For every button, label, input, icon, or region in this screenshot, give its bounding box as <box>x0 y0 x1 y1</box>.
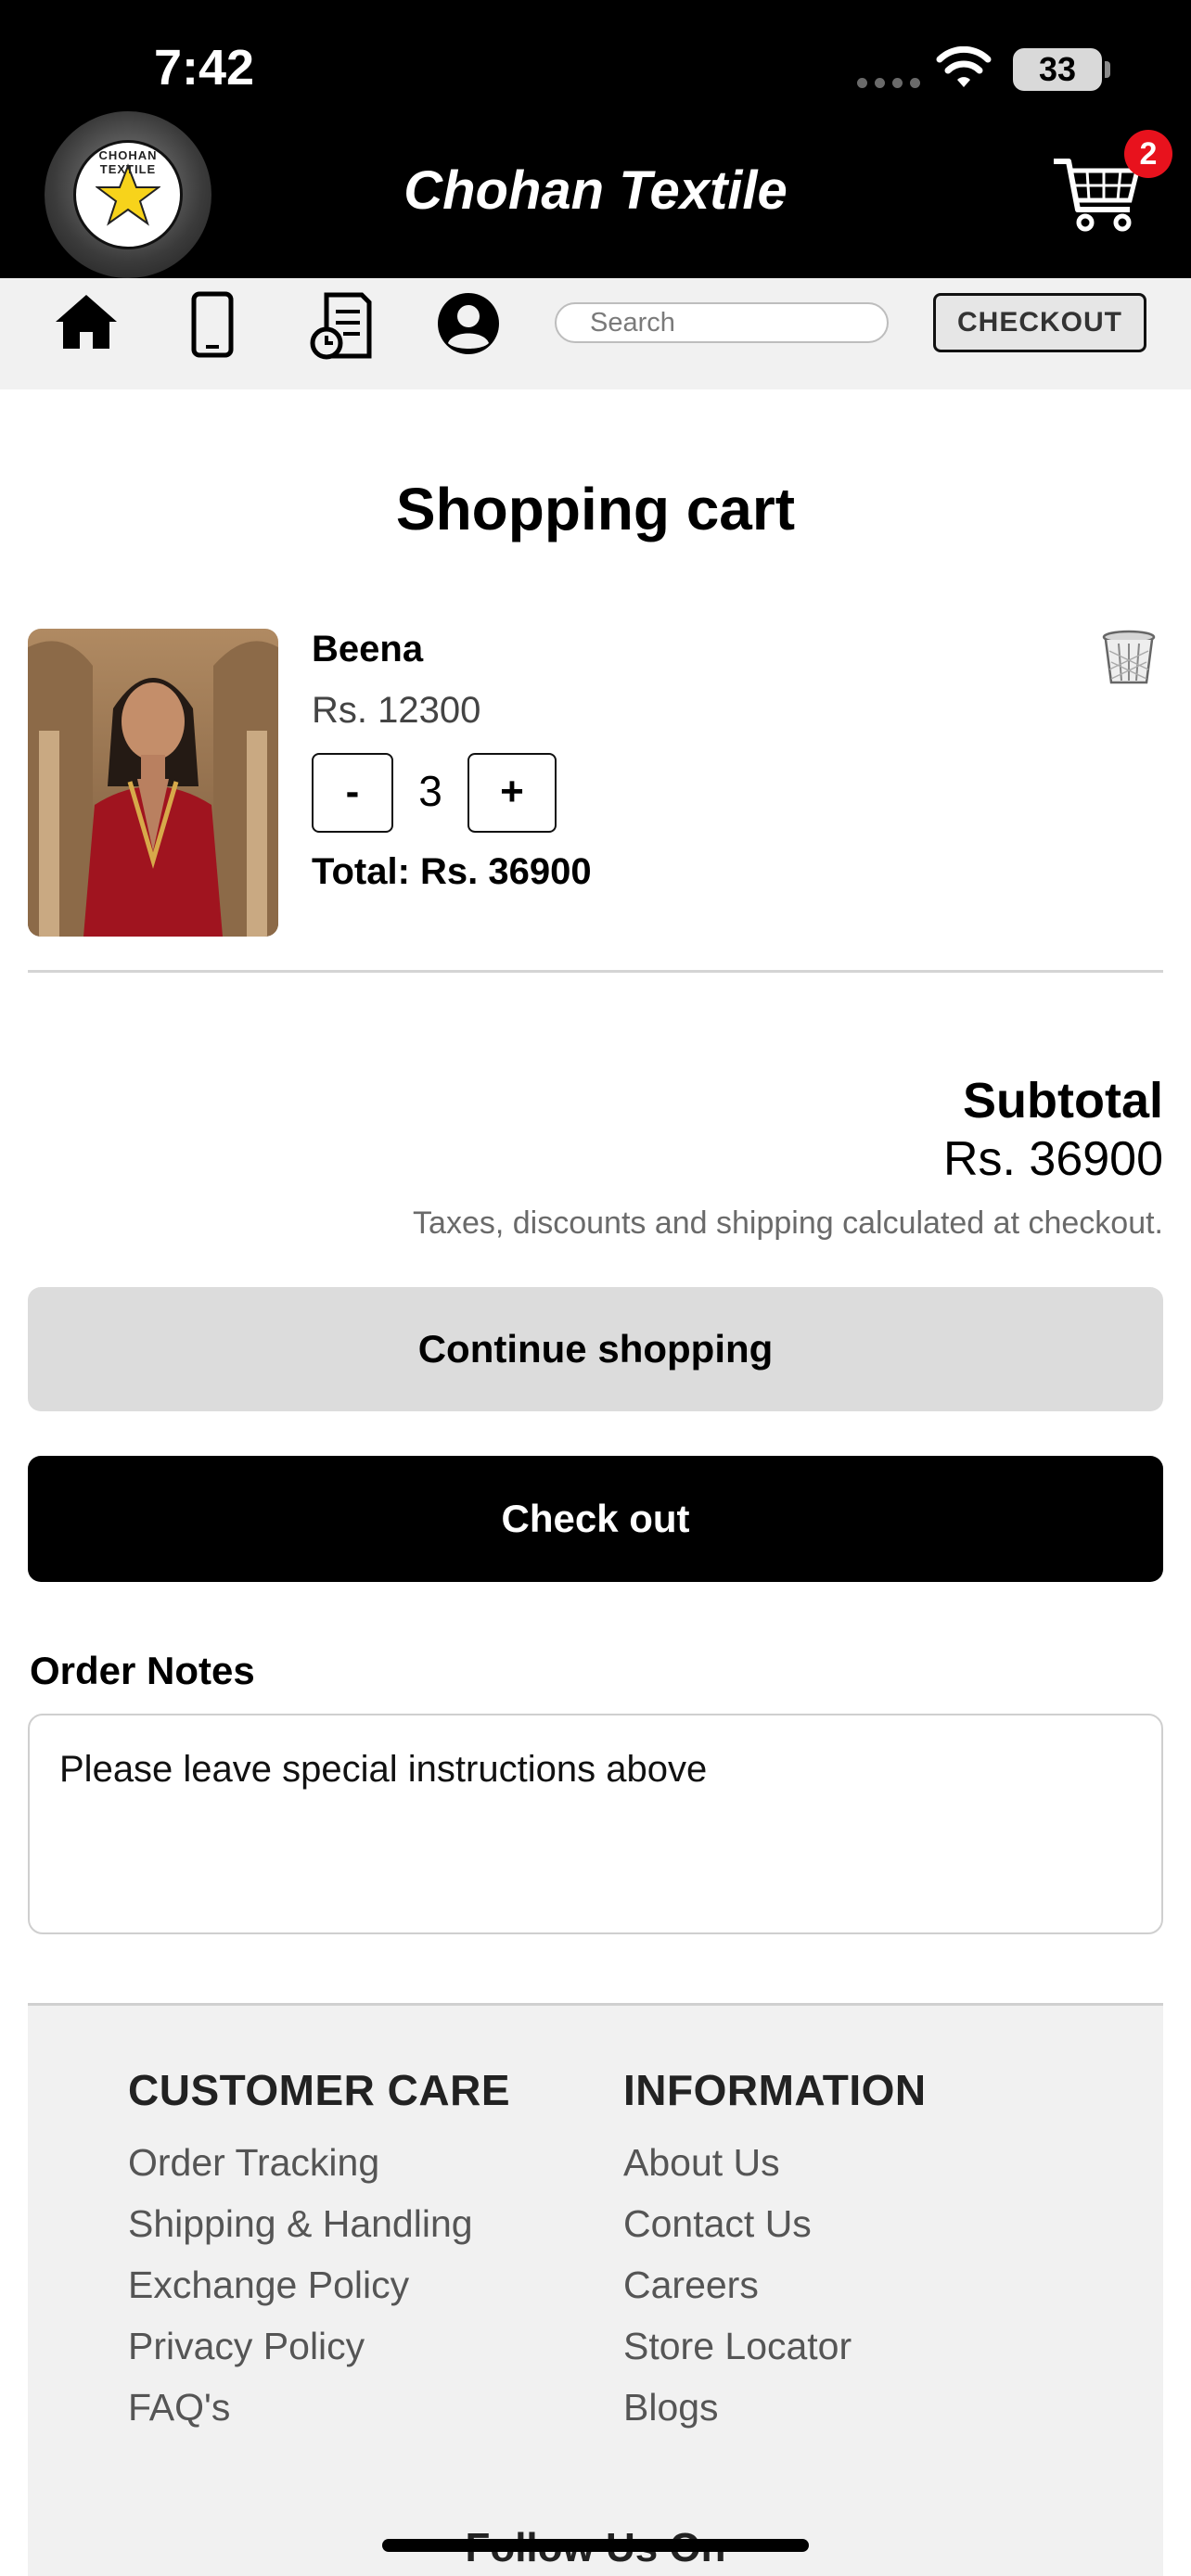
order-notes-field[interactable] <box>28 1714 1163 1934</box>
home-icon[interactable] <box>54 291 119 352</box>
footer-link-store-locator[interactable]: Store Locator <box>623 2315 927 2377</box>
footer-link-privacy-policy[interactable]: Privacy Policy <box>128 2315 510 2377</box>
nav-bar: CHECKOUT <box>0 278 1191 389</box>
order-document-icon[interactable] <box>308 291 375 360</box>
battery-icon <box>1105 61 1110 78</box>
cart-count-badge: 2 <box>1124 130 1172 178</box>
customer-care-section: CUSTOMER CARE Order Tracking Shipping & … <box>128 2065 510 2438</box>
home-indicator[interactable] <box>382 2539 809 2552</box>
footer-link-about-us[interactable]: About Us <box>623 2132 927 2193</box>
cellular-signal-icon <box>857 78 920 88</box>
divider <box>28 970 1163 973</box>
trash-icon[interactable] <box>1100 629 1158 686</box>
footer-link-faqs[interactable]: FAQ's <box>128 2377 510 2438</box>
subtotal-label: Subtotal <box>963 1073 1163 1129</box>
subtotal-value: Rs. 36900 <box>942 1132 1163 1186</box>
order-notes-label: Order Notes <box>30 1649 255 1692</box>
mobile-phone-icon[interactable] <box>191 291 234 358</box>
quantity-increase-button[interactable]: + <box>467 753 557 833</box>
footer-link-shipping[interactable]: Shipping & Handling <box>128 2193 510 2254</box>
wifi-icon <box>936 46 992 87</box>
customer-care-heading: CUSTOMER CARE <box>128 2066 511 2114</box>
footer: CUSTOMER CARE Order Tracking Shipping & … <box>28 2003 1163 2576</box>
continue-shopping-button[interactable]: Continue shopping <box>28 1287 1163 1411</box>
cart-item-price: Rs. 12300 <box>312 690 481 731</box>
product-image[interactable] <box>28 629 278 937</box>
checkout-nav-button[interactable]: CHECKOUT <box>933 293 1146 352</box>
page-title: Shopping cart <box>395 476 796 542</box>
footer-link-blogs[interactable]: Blogs <box>623 2377 927 2438</box>
cart-item-name[interactable]: Beena <box>312 629 423 670</box>
footer-link-contact-us[interactable]: Contact Us <box>623 2193 927 2254</box>
brand-title: Chohan Textile <box>403 160 788 221</box>
quantity-value: 3 <box>418 767 442 815</box>
footer-link-careers[interactable]: Careers <box>623 2254 927 2315</box>
footer-link-exchange-policy[interactable]: Exchange Policy <box>128 2254 510 2315</box>
information-heading: INFORMATION <box>623 2066 927 2114</box>
search-input[interactable] <box>555 302 889 343</box>
account-icon[interactable] <box>436 291 501 356</box>
app-header: 7:42 33 CHOHAN TEXTILE Chohan Textile 2 <box>0 0 1191 278</box>
status-time: 7:42 <box>154 40 255 96</box>
quantity-decrease-button[interactable]: - <box>312 753 393 833</box>
cart-item-total: Total: Rs. 36900 <box>312 851 592 892</box>
tax-note: Taxes, discounts and shipping calculated… <box>413 1205 1163 1241</box>
footer-link-order-tracking[interactable]: Order Tracking <box>128 2132 510 2193</box>
checkout-button[interactable]: Check out <box>28 1456 1163 1582</box>
battery-level: 33 <box>1013 48 1102 91</box>
information-section: INFORMATION About Us Contact Us Careers … <box>623 2065 927 2438</box>
